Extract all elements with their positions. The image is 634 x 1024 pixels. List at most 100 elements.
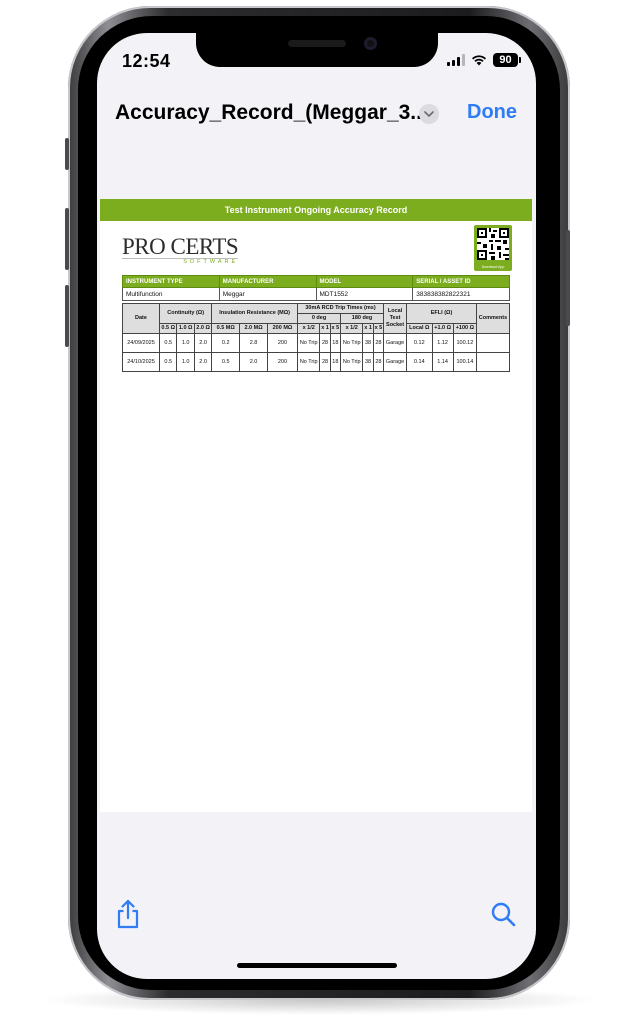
sub-header: x 1: [362, 323, 374, 334]
sub-header: 2.0 MΩ: [239, 323, 268, 334]
cell: 0.5: [158, 352, 178, 372]
battery-icon: 90: [493, 53, 521, 67]
cell: 38: [362, 352, 374, 372]
battery-level: 90: [499, 54, 512, 66]
col-180deg: 180 deg: [340, 313, 385, 324]
sub-header: 1.0 Ω: [176, 323, 195, 334]
sub-header: 0.5 Ω: [158, 323, 178, 334]
sub-header: x 1/2: [340, 323, 364, 334]
document-page[interactable]: Test Instrument Ongoing Accuracy Record …: [100, 199, 532, 812]
status-time: 12:54: [122, 51, 171, 71]
procerts-logo: PRO CERTS SOFTWARE: [122, 234, 239, 265]
notch: [196, 33, 438, 67]
cell: 28: [319, 352, 331, 372]
cell: No Trip: [340, 333, 364, 353]
cell: 0.14: [406, 352, 433, 372]
sub-header: 200 MΩ: [266, 323, 299, 334]
qr-code: Download App: [474, 225, 512, 271]
cell: 1.0: [176, 352, 195, 372]
info-header: SERIAL / ASSET ID: [412, 275, 510, 288]
cell: 200: [266, 333, 299, 353]
instrument-info-table: INSTRUMENT TYPE MANUFACTURER MODEL SERIA…: [122, 275, 510, 301]
info-value: 383838382822321: [412, 287, 510, 301]
col-date: Date: [122, 303, 160, 334]
cell: 100.14: [452, 352, 478, 372]
table-row: 24/09/2025 0.5 1.0 2.0 0.2 2.8 200 No Tr…: [122, 333, 510, 353]
sub-header: Local Ω: [406, 323, 433, 334]
cell: 28: [372, 333, 385, 353]
info-header: MODEL: [315, 275, 414, 288]
volume-down-button: [65, 285, 69, 347]
search-icon: [491, 902, 516, 927]
cell: 100.12: [452, 333, 478, 353]
cell-comments: [476, 333, 510, 353]
cell: No Trip: [340, 352, 364, 372]
info-value: Meggar: [218, 287, 317, 301]
search-button[interactable]: [490, 901, 516, 932]
volume-up-button: [65, 208, 69, 270]
cell: 2.0: [239, 352, 268, 372]
cell: 0.5: [158, 333, 178, 353]
qr-label: Download App: [481, 265, 505, 269]
title-menu-button[interactable]: [419, 104, 439, 124]
record-header: Test Instrument Ongoing Accuracy Record: [100, 199, 532, 221]
sub-header: 2.0 Ω: [193, 323, 213, 334]
cell: No Trip: [296, 352, 321, 372]
cell-date: 24/10/2025: [122, 352, 160, 372]
cellular-signal-icon: [447, 54, 465, 66]
mute-switch: [65, 138, 69, 170]
cell: 0.5: [211, 352, 241, 372]
col-efli: EFLI (Ω): [406, 303, 477, 324]
sub-header: x 1/2: [296, 323, 321, 334]
cell: 1.0: [176, 333, 195, 353]
home-indicator: [237, 963, 397, 968]
cell: 1.14: [431, 352, 454, 372]
cell-date: 24/09/2025: [122, 333, 160, 353]
cell: 28: [319, 333, 331, 353]
col-comments: Comments: [476, 303, 510, 334]
info-value: MDT1552: [315, 287, 414, 301]
info-header: MANUFACTURER: [218, 275, 317, 288]
sub-header: 0.5 MΩ: [211, 323, 241, 334]
table-row: 24/10/2025 0.5 1.0 2.0 0.5 2.0 200 No Tr…: [122, 352, 510, 372]
cell: Garage: [383, 352, 408, 372]
cell-comments: [476, 352, 510, 372]
col-0deg: 0 deg: [296, 313, 342, 324]
cell: 0.2: [211, 333, 241, 353]
cell: No Trip: [296, 333, 321, 353]
chevron-down-icon: [424, 111, 434, 117]
cell: 18: [329, 352, 342, 372]
logo-sub-text: SOFTWARE: [122, 258, 239, 265]
cell: 1.12: [431, 333, 454, 353]
cell: 2.8: [239, 333, 268, 353]
cell: 28: [372, 352, 385, 372]
col-continuity: Continuity (Ω): [158, 303, 213, 324]
cell: 18: [329, 333, 342, 353]
col-rcd: 30mA RCD Trip Times (ms): [296, 303, 385, 314]
power-button: [566, 230, 570, 326]
cell: 0.12: [406, 333, 433, 353]
logo-main-text: PRO CERTS: [122, 234, 239, 259]
wifi-icon: [472, 55, 486, 66]
sub-header: x 5: [329, 323, 342, 334]
col-insulation: Insulation Resistance (MΩ): [211, 303, 298, 324]
done-button[interactable]: Done: [467, 101, 517, 124]
sub-header: +1.0 Ω: [431, 323, 454, 334]
col-local-test-socket: Local Test Socket: [383, 303, 408, 334]
document-title: Accuracy_Record_(Meggar_3...: [115, 101, 428, 124]
screen: 12:54 90 Accuracy_Record_(Meggar_3... Do…: [97, 33, 536, 979]
share-icon: [117, 899, 139, 929]
info-value: Multifunction: [122, 287, 220, 301]
cell: 200: [266, 352, 299, 372]
sub-header: x 1: [319, 323, 331, 334]
cell: 2.0: [193, 333, 213, 353]
status-indicators: 90: [447, 53, 521, 67]
cell: Garage: [383, 333, 408, 353]
accuracy-table: Date Continuity (Ω) Insulation Resistanc…: [122, 303, 510, 372]
info-header: INSTRUMENT TYPE: [122, 275, 220, 288]
cell: 38: [362, 333, 374, 353]
qr-code-icon: [477, 228, 509, 260]
front-camera: [364, 37, 377, 50]
cell: 2.0: [193, 352, 213, 372]
share-button[interactable]: [115, 899, 141, 934]
